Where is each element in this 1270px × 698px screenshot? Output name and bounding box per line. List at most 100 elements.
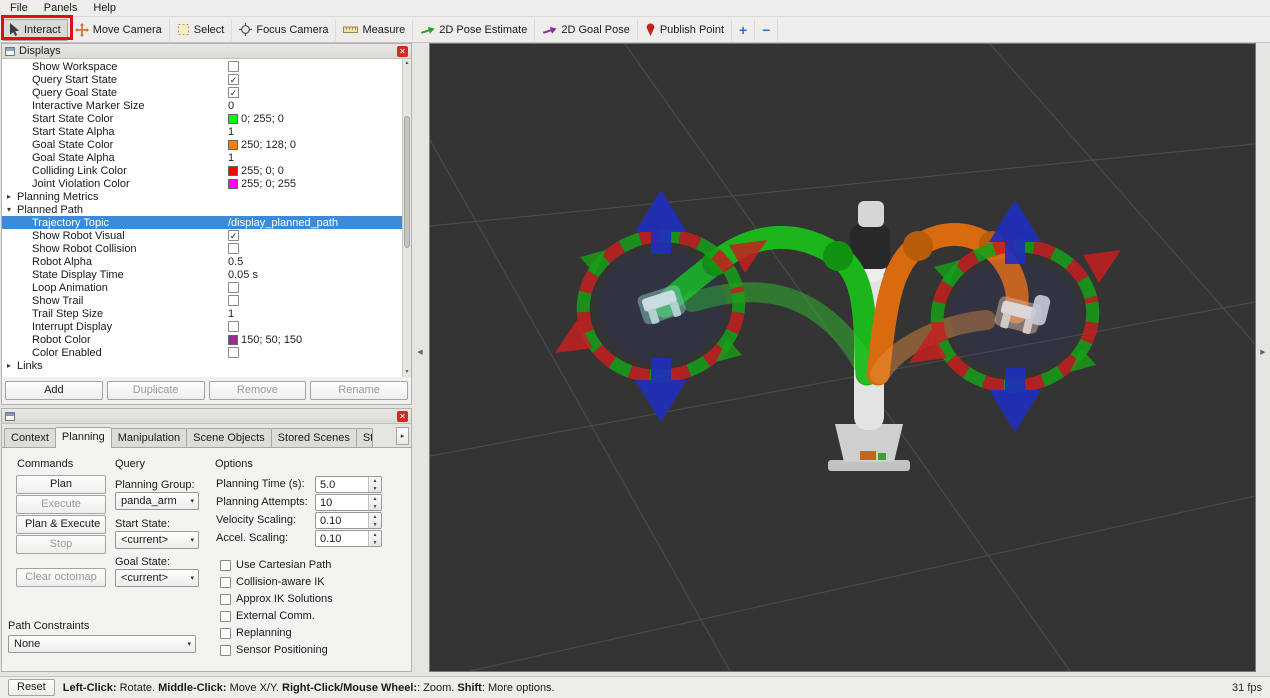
velocity-scaling-spinner[interactable]: 0.10 ▲ ▼ bbox=[315, 512, 382, 529]
move-camera-button[interactable]: Move Camera bbox=[68, 18, 170, 41]
tab-context[interactable]: Context bbox=[4, 428, 56, 447]
property-row-interrupt-display[interactable]: Interrupt Display bbox=[2, 320, 402, 333]
approx-ik-solutions-checkbox[interactable] bbox=[220, 593, 231, 605]
measure-button[interactable]: Measure bbox=[336, 18, 414, 41]
menu-panels[interactable]: Panels bbox=[37, 1, 85, 15]
tab-scroll-right-icon[interactable]: ▸ bbox=[396, 427, 409, 445]
property-checkbox[interactable] bbox=[228, 321, 239, 332]
add-tool-button[interactable]: + bbox=[732, 18, 756, 41]
property-row-planned-path[interactable]: ▾ Planned Path bbox=[2, 203, 402, 216]
external-comm-checkbox[interactable] bbox=[220, 610, 231, 622]
spinner-buttons[interactable]: ▲ ▼ bbox=[368, 495, 381, 510]
tab-manipulation[interactable]: Manipulation bbox=[110, 428, 188, 447]
3d-viewport[interactable] bbox=[429, 43, 1256, 672]
property-checkbox[interactable]: ✓ bbox=[228, 230, 239, 241]
property-row-show-trail[interactable]: Show Trail bbox=[2, 294, 402, 307]
publish-point-button[interactable]: Publish Point bbox=[638, 18, 733, 41]
scrollbar-thumb[interactable] bbox=[404, 116, 410, 248]
menu-file[interactable]: File bbox=[3, 1, 35, 15]
use-cartesian-path-checkbox[interactable] bbox=[220, 559, 231, 571]
close-icon[interactable]: ✕ bbox=[397, 45, 408, 57]
spin-up-icon[interactable]: ▲ bbox=[369, 495, 381, 503]
property-checkbox[interactable] bbox=[228, 61, 239, 72]
property-row-goal-state-alpha[interactable]: Goal State Alpha 1 bbox=[2, 151, 402, 164]
spinner-buttons[interactable]: ▲ ▼ bbox=[368, 531, 381, 546]
expand-arrow-icon[interactable]: ▾ bbox=[7, 205, 17, 214]
property-row-loop-animation[interactable]: Loop Animation bbox=[2, 281, 402, 294]
property-row-planning-metrics[interactable]: ▸ Planning Metrics bbox=[2, 190, 402, 203]
remove-tool-button[interactable]: − bbox=[755, 18, 779, 41]
tab-scene-objects[interactable]: Scene Objects bbox=[186, 428, 272, 447]
plan-button[interactable]: Plan bbox=[16, 475, 106, 494]
focus-camera-button[interactable]: Focus Camera bbox=[232, 18, 337, 41]
add-button[interactable]: Add bbox=[5, 381, 103, 400]
plan-execute-button[interactable]: Plan & Execute bbox=[16, 515, 106, 534]
property-row-query-start-state[interactable]: Query Start State ✓ bbox=[2, 73, 402, 86]
spin-up-icon[interactable]: ▲ bbox=[369, 477, 381, 485]
reset-button[interactable]: Reset bbox=[8, 679, 55, 696]
scroll-up-icon[interactable]: ▲ bbox=[405, 59, 410, 68]
property-row-start-state-color[interactable]: Start State Color 0; 255; 0 bbox=[2, 112, 402, 125]
spin-up-icon[interactable]: ▲ bbox=[369, 531, 381, 539]
scrollbar-track[interactable] bbox=[403, 68, 411, 368]
property-checkbox[interactable] bbox=[228, 347, 239, 358]
spinner-buttons[interactable]: ▲ ▼ bbox=[368, 513, 381, 528]
property-checkbox[interactable] bbox=[228, 282, 239, 293]
property-checkbox[interactable]: ✓ bbox=[228, 87, 239, 98]
tab-stored-scenes[interactable]: Stored Scenes bbox=[270, 428, 357, 447]
property-row-color-enabled[interactable]: Color Enabled bbox=[2, 346, 402, 359]
collapse-arrow-icon[interactable]: ▸ bbox=[7, 361, 17, 370]
collapse-arrow-icon[interactable]: ▸ bbox=[7, 192, 17, 201]
property-row-joint-violation-color[interactable]: Joint Violation Color 255; 0; 255 bbox=[2, 177, 402, 190]
spin-up-icon[interactable]: ▲ bbox=[369, 513, 381, 521]
interact-button[interactable]: Interact bbox=[2, 18, 68, 41]
spin-down-icon[interactable]: ▼ bbox=[369, 485, 381, 493]
property-row-show-robot-collision[interactable]: Show Robot Collision bbox=[2, 242, 402, 255]
spinner-buttons[interactable]: ▲ ▼ bbox=[368, 477, 381, 492]
replanning-checkbox[interactable] bbox=[220, 627, 231, 639]
pose-estimate-button[interactable]: 2D Pose Estimate bbox=[413, 18, 536, 41]
spin-down-icon[interactable]: ▼ bbox=[369, 521, 381, 529]
accel-scaling-spinner[interactable]: 0.10 ▲ ▼ bbox=[315, 530, 382, 547]
scroll-down-icon[interactable]: ▼ bbox=[405, 368, 410, 377]
start-interactive-marker[interactable] bbox=[555, 190, 767, 422]
property-checkbox[interactable] bbox=[228, 295, 239, 306]
menu-help[interactable]: Help bbox=[86, 1, 123, 15]
property-row-start-state-alpha[interactable]: Start State Alpha 1 bbox=[2, 125, 402, 138]
displays-panel-header[interactable]: Displays ✕ bbox=[2, 44, 411, 59]
motion-planning-panel-header[interactable]: ✕ bbox=[2, 409, 411, 424]
planning-attempts-spinner[interactable]: 10 ▲ ▼ bbox=[315, 494, 382, 511]
property-row-trajectory-topic[interactable]: Trajectory Topic/display_planned_path bbox=[2, 216, 402, 229]
property-checkbox[interactable]: ✓ bbox=[228, 74, 239, 85]
property-row-show-workspace[interactable]: Show Workspace bbox=[2, 60, 402, 73]
goal-state-select[interactable]: <current> ▾ bbox=[115, 569, 199, 587]
sensor-positioning-checkbox[interactable] bbox=[220, 644, 231, 656]
spin-down-icon[interactable]: ▼ bbox=[369, 539, 381, 547]
property-row-interactive-marker-size[interactable]: Interactive Marker Size 0 bbox=[2, 99, 402, 112]
goal-pose-button[interactable]: 2D Goal Pose bbox=[535, 18, 638, 41]
property-row-query-goal-state[interactable]: Query Goal State ✓ bbox=[2, 86, 402, 99]
start-state-select[interactable]: <current> ▾ bbox=[115, 531, 199, 549]
property-row-trail-step-size[interactable]: Trail Step Size 1 bbox=[2, 307, 402, 320]
commands-heading: Commands bbox=[17, 458, 74, 470]
splitter-handle-right[interactable]: ▶ bbox=[1258, 344, 1268, 361]
property-row-robot-color[interactable]: Robot Color 150; 50; 150 bbox=[2, 333, 402, 346]
property-row-links[interactable]: ▸ Links bbox=[2, 359, 402, 372]
property-checkbox[interactable] bbox=[228, 243, 239, 254]
tab-planning[interactable]: Planning bbox=[54, 427, 112, 448]
close-icon[interactable]: ✕ bbox=[397, 410, 408, 422]
splitter-handle-left[interactable]: ◀ bbox=[415, 344, 425, 361]
path-constraints-select[interactable]: None ▾ bbox=[8, 635, 196, 653]
displays-scrollbar[interactable]: ▲ ▼ bbox=[402, 59, 411, 377]
planning-group-select[interactable]: panda_arm ▾ bbox=[115, 492, 199, 510]
property-row-show-robot-visual[interactable]: Show Robot Visual ✓ bbox=[2, 229, 402, 242]
collision-aware-ik-checkbox[interactable] bbox=[220, 576, 231, 588]
planning-time-s-spinner[interactable]: 5.0 ▲ ▼ bbox=[315, 476, 382, 493]
property-row-state-display-time[interactable]: State Display Time 0.05 s bbox=[2, 268, 402, 281]
tab-sto[interactable]: Sto bbox=[355, 428, 373, 447]
property-row-goal-state-color[interactable]: Goal State Color 250; 128; 0 bbox=[2, 138, 402, 151]
property-row-colliding-link-color[interactable]: Colliding Link Color 255; 0; 0 bbox=[2, 164, 402, 177]
select-button[interactable]: Select bbox=[170, 18, 233, 41]
property-row-robot-alpha[interactable]: Robot Alpha 0.5 bbox=[2, 255, 402, 268]
spin-down-icon[interactable]: ▼ bbox=[369, 503, 381, 511]
